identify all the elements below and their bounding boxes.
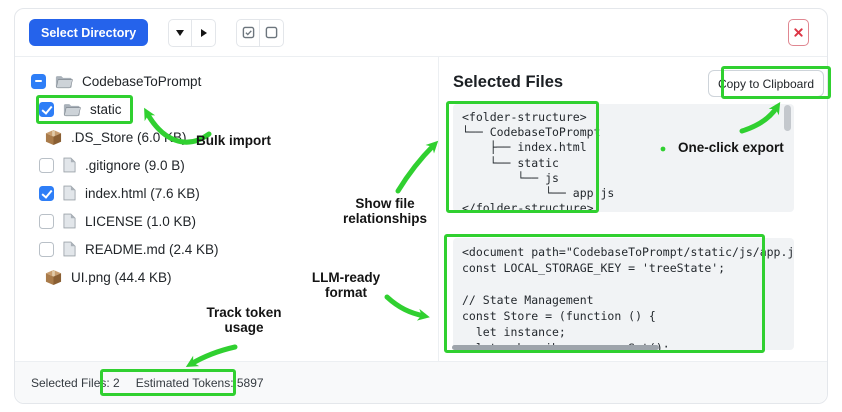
file-icon [63, 157, 76, 173]
preview-title: Selected Files [453, 73, 563, 92]
app-window: Select Directory [0, 0, 842, 412]
tree-item-static[interactable]: static [15, 95, 438, 123]
package-icon [45, 269, 62, 286]
document-block: <document path="CodebaseToPrompt/static/… [453, 238, 794, 350]
collapse-all-icon [176, 30, 184, 36]
folder-structure-block: <folder-structure> └── CodebaseToPrompt … [453, 104, 794, 212]
close-button[interactable] [788, 19, 809, 46]
main-area: CodebaseToPrompt static .DS_Store ( [15, 57, 827, 361]
file-icon [63, 241, 76, 257]
folder-icon [55, 74, 73, 89]
main-card: Select Directory [14, 8, 828, 404]
tree-item-label: CodebaseToPrompt [82, 74, 201, 89]
tree-item-label: README.md (2.4 KB) [85, 242, 219, 257]
preview-panel: Selected Files Copy to Clipboard <folder… [439, 57, 827, 361]
file-icon [63, 213, 76, 229]
select-directory-button[interactable]: Select Directory [29, 19, 148, 46]
checkbox[interactable] [39, 186, 54, 201]
collapse-all-button[interactable] [168, 19, 192, 47]
select-all-button[interactable] [236, 19, 260, 47]
vertical-scrollbar[interactable] [784, 105, 791, 131]
expand-all-icon [201, 29, 207, 37]
tree-item-ds-store[interactable]: .DS_Store (6.0 KB) [15, 123, 438, 151]
copy-to-clipboard-button[interactable]: Copy to Clipboard [708, 70, 824, 97]
file-icon [63, 185, 76, 201]
tree-item-index-html[interactable]: index.html (7.6 KB) [15, 179, 438, 207]
folder-icon [63, 102, 81, 117]
tree-item-ui-png[interactable]: UI.png (44.4 KB) [15, 263, 438, 291]
package-icon [45, 129, 62, 146]
expand-all-button[interactable] [192, 19, 216, 47]
tree-item-gitignore[interactable]: .gitignore (9.0 B) [15, 151, 438, 179]
tree-item-label: .DS_Store (6.0 KB) [71, 130, 187, 145]
checkbox[interactable] [39, 242, 54, 257]
file-tree: CodebaseToPrompt static .DS_Store ( [15, 57, 438, 291]
file-tree-panel: CodebaseToPrompt static .DS_Store ( [15, 57, 438, 361]
selected-files-count: Selected Files: 2 [31, 376, 120, 390]
close-icon [794, 28, 803, 37]
estimated-tokens: Estimated Tokens: 5897 [136, 376, 264, 390]
tree-item-label: static [90, 102, 122, 117]
checked-box-icon [242, 26, 255, 39]
deselect-all-button[interactable] [260, 19, 284, 47]
tree-item-root[interactable]: CodebaseToPrompt [15, 67, 438, 95]
horizontal-scrollbar[interactable] [452, 345, 659, 350]
selection-group [236, 19, 284, 47]
tree-item-label: LICENSE (1.0 KB) [85, 214, 196, 229]
tree-item-label: UI.png (44.4 KB) [71, 270, 172, 285]
expand-collapse-group [168, 19, 216, 47]
checkbox[interactable] [31, 74, 46, 89]
tree-item-license[interactable]: LICENSE (1.0 KB) [15, 207, 438, 235]
toolbar: Select Directory [15, 9, 827, 57]
checkbox[interactable] [39, 214, 54, 229]
checkbox[interactable] [39, 102, 54, 117]
tree-item-label: .gitignore (9.0 B) [85, 158, 185, 173]
empty-box-icon [265, 26, 278, 39]
checkbox[interactable] [39, 158, 54, 173]
tree-item-label: index.html (7.6 KB) [85, 186, 200, 201]
status-bar: Selected Files: 2 Estimated Tokens: 5897 [15, 361, 827, 403]
tree-item-readme[interactable]: README.md (2.4 KB) [15, 235, 438, 263]
